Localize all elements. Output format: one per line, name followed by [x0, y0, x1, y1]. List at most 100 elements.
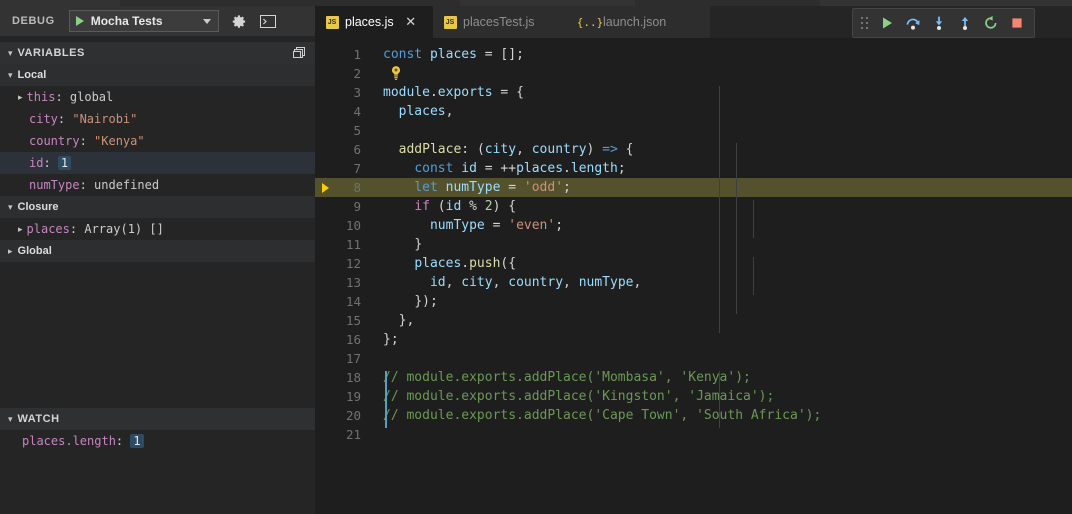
- code-line[interactable]: 8 let numType = 'odd';: [315, 178, 1072, 197]
- code-line[interactable]: 21: [315, 425, 1072, 444]
- debug-sidebar: DEBUG Mocha Tests ▾ VARIABLES ▾ Local ▸ …: [0, 6, 333, 514]
- line-number: 3: [353, 85, 361, 100]
- launch-configuration-label: Mocha Tests: [90, 14, 163, 28]
- code-line[interactable]: 19 // module.exports.addPlace('Kingston',…: [315, 387, 1072, 406]
- watch-expression: places.length: [22, 434, 116, 448]
- variable-row[interactable]: city: "Nairobi": [0, 108, 333, 130]
- stop-button[interactable]: [1004, 10, 1030, 36]
- code-line[interactable]: 5: [315, 121, 1072, 140]
- play-icon[interactable]: [75, 16, 84, 26]
- twisty-icon[interactable]: ▾: [8, 202, 13, 213]
- variable-value: "Kenya": [94, 134, 145, 148]
- twisty-icon[interactable]: ▾: [8, 70, 13, 81]
- scope-label: Closure: [17, 201, 59, 213]
- comment-block-marker: [385, 371, 387, 428]
- code-line[interactable]: 7 const id = ++places.length;: [315, 159, 1072, 178]
- line-number: 2: [353, 66, 361, 81]
- variable-row[interactable]: ▸ places: Array(1) []: [0, 218, 333, 240]
- collapse-all-icon[interactable]: [291, 45, 307, 61]
- variable-name: city: [29, 112, 58, 126]
- twisty-icon[interactable]: ▾: [8, 48, 13, 59]
- watch-row[interactable]: places.length: 1: [0, 430, 337, 452]
- code-line[interactable]: 4 places,: [315, 102, 1072, 121]
- variable-name: id: [29, 156, 44, 170]
- step-into-button[interactable]: [926, 10, 952, 36]
- chevron-down-icon[interactable]: [202, 18, 211, 24]
- line-content: // module.exports.addPlace('Mombasa', 'K…: [383, 370, 751, 385]
- code-line[interactable]: 3 module.exports = {: [315, 83, 1072, 102]
- variable-row[interactable]: numType: undefined: [0, 174, 333, 196]
- code-line[interactable]: 9 if (id % 2) {: [315, 197, 1072, 216]
- code-line[interactable]: 14 });: [315, 292, 1072, 311]
- variable-separator: :: [79, 134, 95, 148]
- variable-name: numType: [29, 178, 80, 192]
- line-content: };: [383, 332, 399, 347]
- variables-scope-closure[interactable]: ▾ Closure: [0, 196, 315, 218]
- step-over-button[interactable]: [900, 10, 926, 36]
- line-content: places,: [398, 104, 454, 119]
- editor-tab-places-js[interactable]: JS places.js ✕: [315, 6, 433, 38]
- code-line[interactable]: 16};: [315, 330, 1072, 349]
- line-number: 13: [345, 275, 361, 290]
- variable-name: country: [29, 134, 80, 148]
- code-line[interactable]: 10 numType = 'even';: [315, 216, 1072, 235]
- code-line[interactable]: 12 places.push({: [315, 254, 1072, 273]
- variable-value: "Nairobi": [72, 112, 138, 126]
- editor-tab-placesTest-js[interactable]: JS placesTest.js: [433, 6, 573, 38]
- variable-row[interactable]: id: 1: [0, 152, 333, 174]
- debug-toolbar-header: DEBUG Mocha Tests: [0, 6, 315, 36]
- step-out-button[interactable]: [952, 10, 978, 36]
- line-number: 19: [345, 389, 361, 404]
- line-content: let numType = 'odd';: [414, 180, 571, 195]
- indent-guide: [753, 257, 754, 295]
- editor-tab-launch-json[interactable]: {..} launch.json: [573, 6, 710, 38]
- file-icon-wrap: {..}: [577, 15, 604, 29]
- variable-separator: :: [43, 156, 58, 170]
- drag-handle-icon[interactable]: [859, 15, 871, 31]
- variable-row[interactable]: country: "Kenya": [0, 130, 333, 152]
- code-line[interactable]: 13 id, city, country, numType,: [315, 273, 1072, 292]
- file-icon-wrap: JS: [443, 15, 457, 29]
- code-line[interactable]: 20 // module.exports.addPlace('Cape Town'…: [315, 406, 1072, 425]
- code-line[interactable]: 11 }: [315, 235, 1072, 254]
- code-line[interactable]: 18 // module.exports.addPlace('Mombasa', …: [315, 368, 1072, 387]
- variables-section-header[interactable]: ▾ VARIABLES: [0, 42, 315, 64]
- line-number: 12: [345, 256, 361, 271]
- line-content: const places = [];: [383, 47, 524, 62]
- code-viewport[interactable]: 1 const places = []; 2 3 module.exports = { 4…: [315, 38, 1072, 514]
- code-line[interactable]: 1 const places = [];: [315, 45, 1072, 64]
- twisty-icon[interactable]: ▸: [8, 246, 13, 257]
- code-line[interactable]: 6 addPlace: (city, country) => {: [315, 140, 1072, 159]
- watch-section-header[interactable]: ▾ WATCH: [0, 408, 315, 430]
- line-content: }: [414, 237, 423, 252]
- watch-value: 1: [130, 434, 144, 448]
- restart-button[interactable]: [978, 10, 1004, 36]
- line-content: const id = ++places.length;: [414, 161, 626, 176]
- line-content: // module.exports.addPlace('Cape Town', …: [383, 408, 822, 423]
- line-number: 10: [345, 218, 361, 233]
- launch-configuration-select[interactable]: Mocha Tests: [68, 10, 219, 32]
- tab-label: places.js: [345, 15, 394, 29]
- variables-scope-local[interactable]: ▾ Local: [0, 64, 315, 86]
- line-number: 9: [353, 199, 361, 214]
- lightbulb-icon[interactable]: [389, 65, 403, 81]
- close-icon[interactable]: ✕: [404, 15, 418, 29]
- line-content: numType = 'even';: [429, 218, 564, 233]
- editor-area: JS places.js ✕ JS placesTest.js {..} launch.js…: [315, 6, 1072, 514]
- variable-name: places: [26, 222, 70, 236]
- twisty-icon[interactable]: ▾: [8, 414, 13, 425]
- variables-scope-global[interactable]: ▸ Global: [0, 240, 315, 262]
- gear-icon[interactable]: [231, 13, 248, 30]
- code-line[interactable]: 17: [315, 349, 1072, 368]
- debug-float-toolbar[interactable]: [852, 8, 1035, 38]
- code-line[interactable]: 2: [315, 64, 1072, 83]
- line-content: module.exports = {: [383, 85, 524, 100]
- variable-row[interactable]: ▸ this: global: [0, 86, 333, 108]
- variables-section-label: VARIABLES: [17, 47, 85, 59]
- twisty-icon[interactable]: ▸: [18, 92, 23, 103]
- twisty-icon[interactable]: ▸: [18, 224, 23, 235]
- continue-button[interactable]: [874, 10, 900, 36]
- line-number: 6: [353, 142, 361, 157]
- open-debug-console-icon[interactable]: [260, 13, 277, 30]
- code-line[interactable]: 15 },: [315, 311, 1072, 330]
